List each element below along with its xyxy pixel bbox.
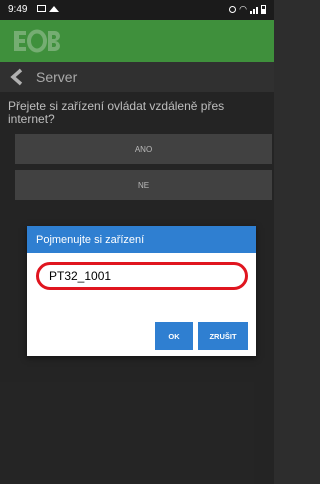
triangle-notification-icon — [49, 5, 59, 12]
device-name-input[interactable] — [36, 262, 248, 290]
dialog-header: Pojmenujte si zařízení — [27, 226, 256, 253]
ok-button-label: OK — [168, 331, 180, 341]
cancel-button[interactable]: ZRUŠIT — [198, 322, 248, 350]
battery-icon — [261, 5, 266, 14]
dialog-title: Pojmenujte si zařízení — [36, 234, 145, 246]
status-bar: 9:49 ◠ — [0, 0, 274, 20]
wifi-icon: ◠ — [239, 4, 247, 14]
status-right-icons: ◠ — [229, 5, 266, 14]
status-time: 9:49 — [8, 4, 28, 15]
ok-button[interactable]: OK — [155, 322, 193, 350]
signal-icon — [250, 6, 258, 14]
image-icon — [37, 5, 46, 12]
alarm-icon — [229, 6, 237, 13]
device-name-dialog: Pojmenujte si zařízení OK ZRUŠIT — [27, 226, 256, 356]
cancel-button-label: ZRUŠIT — [209, 331, 237, 341]
status-left-icons — [37, 5, 59, 12]
